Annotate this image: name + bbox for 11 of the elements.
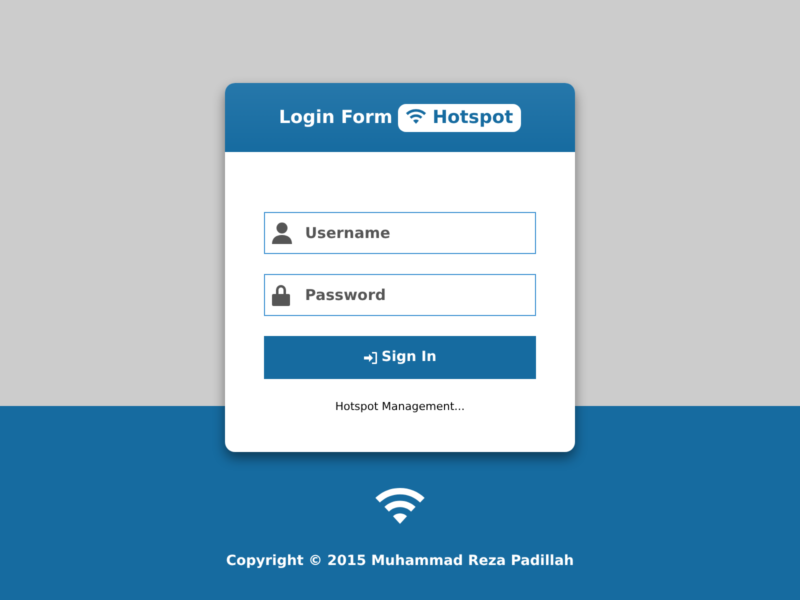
user-icon [272,222,292,244]
lock-icon [272,284,290,306]
sign-in-button[interactable]: Sign In [264,336,536,379]
wifi-icon [406,109,426,126]
copyright-text: Copyright © 2015 Muhammad Reza Padillah [226,552,574,571]
sign-in-icon [364,352,377,364]
username-field[interactable]: Username [264,212,536,254]
hotspot-management-link[interactable]: Hotspot Management... [335,399,465,416]
password-field[interactable]: Password [264,274,536,316]
hotspot-badge: Hotspot [398,104,522,132]
form-title: Login Form [278,106,392,130]
